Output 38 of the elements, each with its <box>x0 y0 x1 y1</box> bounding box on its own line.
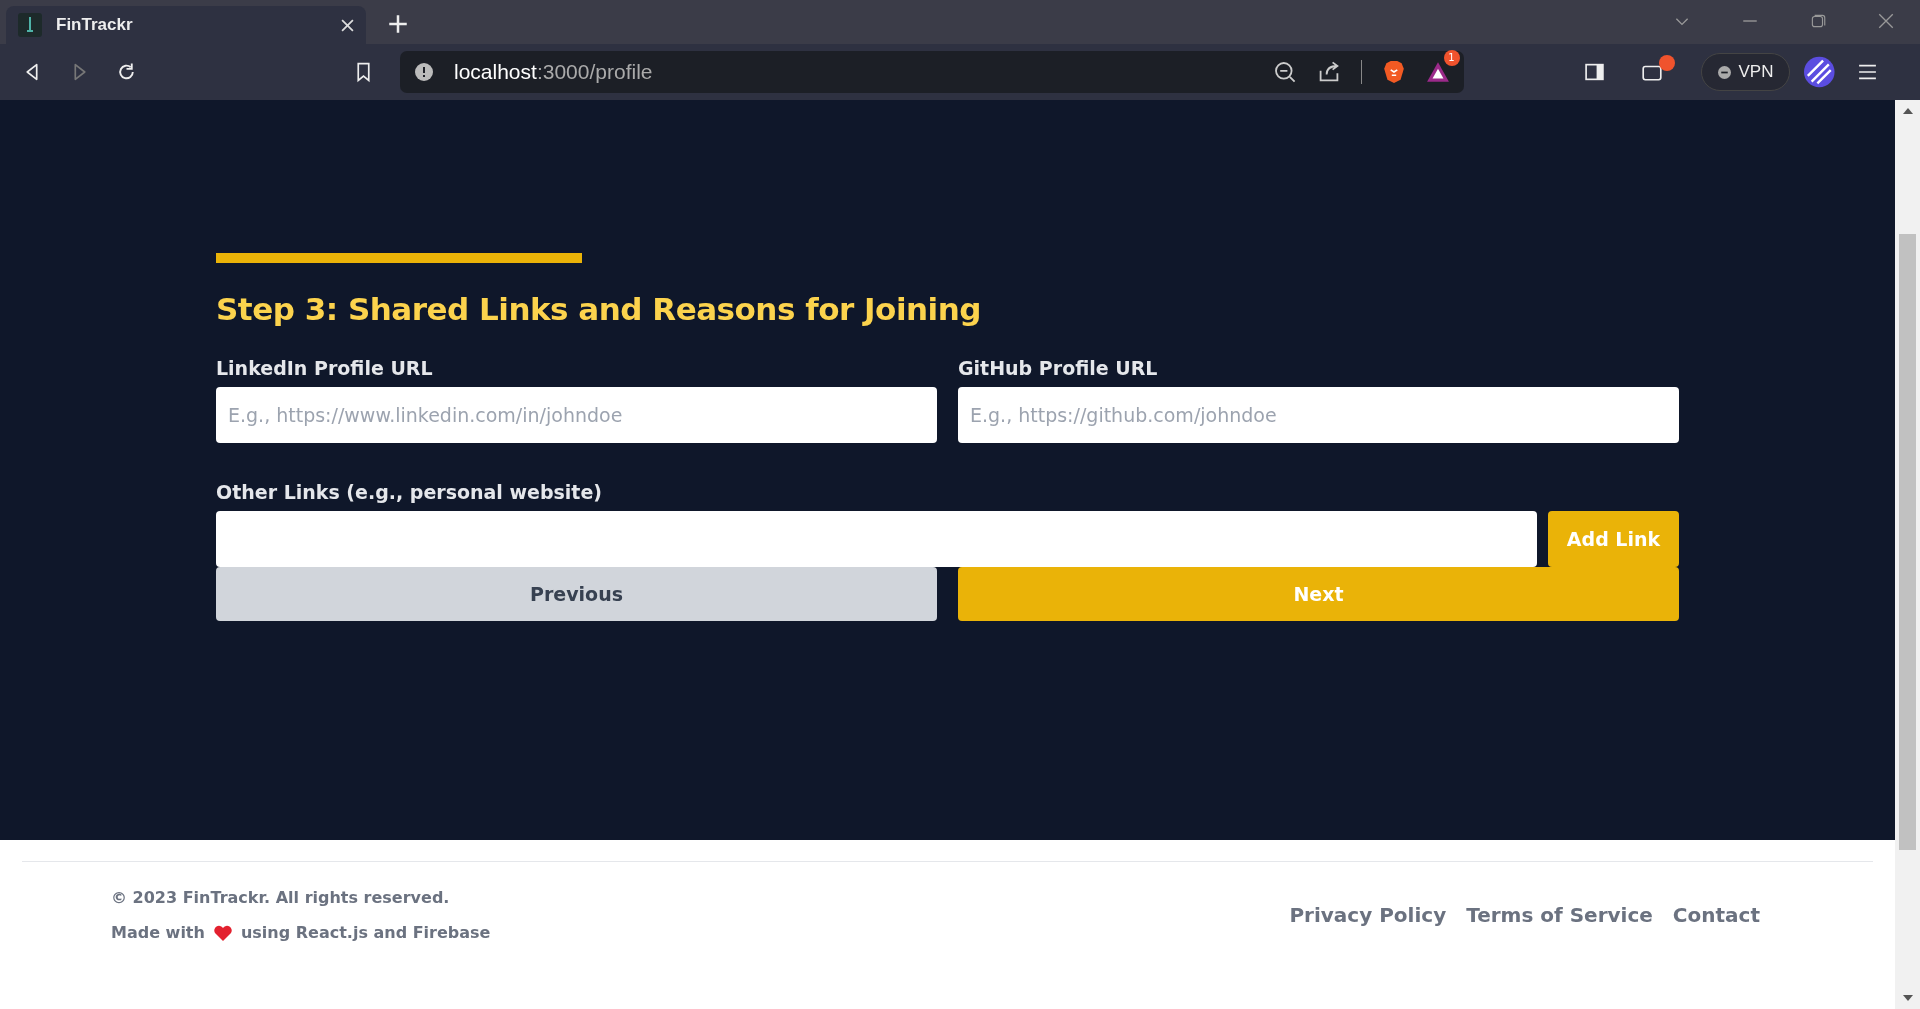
step-title: Step 3: Shared Links and Reasons for Joining <box>216 291 982 327</box>
zoom-out-icon[interactable] <box>1272 60 1297 84</box>
profile-avatar-icon[interactable] <box>1804 56 1836 88</box>
field-label: LinkedIn Profile URL <box>216 357 434 379</box>
restore-icon[interactable] <box>1809 12 1827 30</box>
address-bar[interactable]: localhost:3000/profile 1 <box>400 51 1464 93</box>
input-field[interactable]: E.g., https://www.linkedin.com/in/johndoe <box>216 387 937 443</box>
new-tab-icon[interactable] <box>388 14 408 34</box>
input-field[interactable] <box>216 511 1537 567</box>
notification-badge: 1 <box>1443 50 1460 66</box>
tab-title: FinTrackr <box>56 15 134 35</box>
tech-stack-text: using React.js and Firebase <box>240 923 491 942</box>
scrollbar-thumb[interactable] <box>1899 234 1916 850</box>
triangle-icon[interactable] <box>1425 60 1450 84</box>
notification-dot <box>1658 55 1675 71</box>
lion-shield-icon[interactable] <box>1381 60 1406 84</box>
url-text: localhost:3000/profile <box>454 60 653 84</box>
heart-icon <box>212 923 233 942</box>
scrollbar[interactable] <box>1895 100 1920 1009</box>
field-label: GitHub Profile URL <box>958 357 1159 379</box>
field-label: Other Links (e.g., personal website) <box>216 481 603 503</box>
scroll-up-icon[interactable] <box>1902 108 1913 114</box>
input-field[interactable]: E.g., https://github.com/johndoe <box>958 387 1679 443</box>
vpn-status-icon <box>1717 65 1731 79</box>
scroll-down-icon[interactable] <box>1902 995 1913 1001</box>
footer-link[interactable]: Contact <box>1672 903 1760 927</box>
vpn-button[interactable]: VPN <box>1700 53 1791 91</box>
close-tab-icon[interactable] <box>341 18 354 32</box>
copyright-text: © 2023 FinTrackr. All rights reserved. <box>111 888 451 907</box>
previous-button[interactable]: Previous <box>216 567 937 621</box>
sidebar-icon[interactable] <box>1583 61 1605 83</box>
app-logo-icon <box>18 13 42 37</box>
info-icon <box>414 62 434 82</box>
made-with-text: Made with <box>111 923 205 942</box>
footer-link[interactable]: Terms of Service <box>1466 903 1653 927</box>
close-window-icon[interactable] <box>1877 12 1895 30</box>
footer-link[interactable]: Privacy Policy <box>1289 903 1447 927</box>
browser-tab[interactable]: FinTrackr <box>6 6 366 44</box>
